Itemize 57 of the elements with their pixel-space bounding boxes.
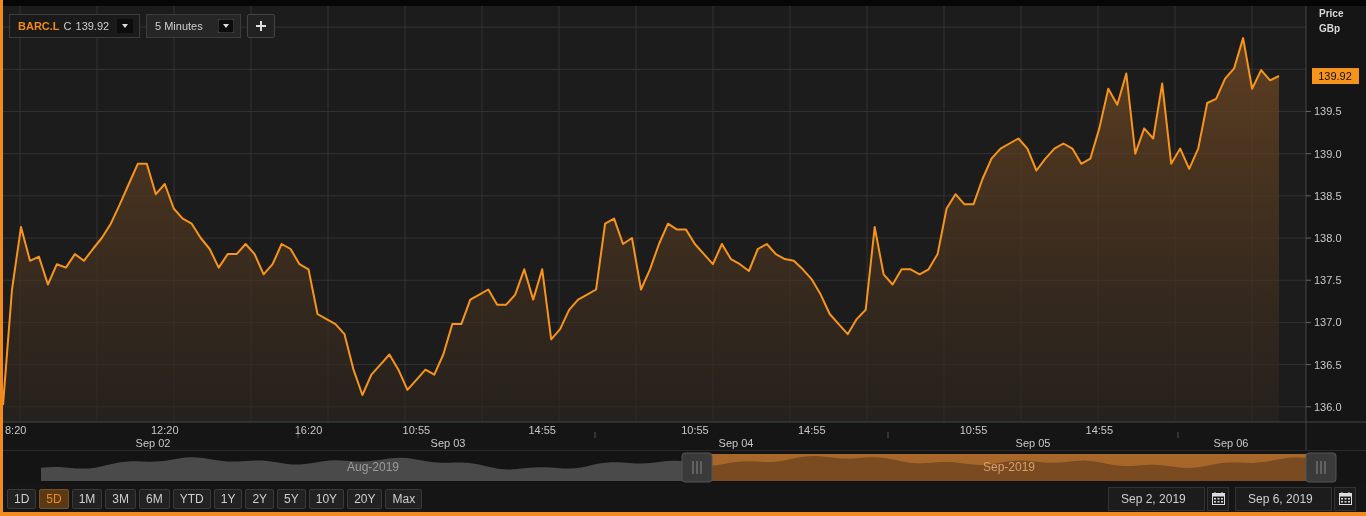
range-button[interactable]: 1M	[71, 488, 103, 509]
range-button[interactable]: 5Y	[277, 488, 306, 509]
range-button[interactable]: YTD	[172, 488, 211, 509]
calendar-icon	[1338, 492, 1352, 506]
plus-icon	[256, 20, 266, 31]
range-handle[interactable]	[1305, 452, 1337, 483]
start-date-field[interactable]: Sep 2, 2019	[1108, 486, 1205, 511]
x-tick-label: 8:20	[5, 423, 27, 436]
x-tick-label: 12:20	[151, 423, 179, 436]
range-button[interactable]: 10Y	[308, 488, 345, 509]
date-label: Sep 02	[135, 436, 171, 449]
symbol-dropdown[interactable]: BARC.L C 139.92	[9, 13, 140, 38]
x-tick-label: 14:55	[528, 423, 556, 436]
interval-text: 5 Minutes	[155, 19, 203, 32]
interval-dropdown[interactable]: 5 Minutes	[146, 13, 241, 38]
caret-icon	[218, 18, 234, 33]
range-button[interactable]: 2Y	[245, 488, 275, 509]
y-tick-label: 137.5	[1314, 274, 1342, 287]
symbol-text: BARC.L	[18, 19, 60, 32]
y-tick-label: 138.5	[1314, 189, 1342, 202]
y-tick-label: 137.0	[1314, 316, 1342, 329]
y-tick-label: 139.5	[1314, 105, 1342, 118]
date-label: Sep 05	[1015, 436, 1051, 449]
x-tick-label: 10:55	[959, 423, 988, 436]
date-label: Sep 03	[430, 436, 466, 449]
y-tick-label: 139.0	[1314, 147, 1342, 160]
range-handle[interactable]	[681, 452, 713, 483]
range-button[interactable]: 20Y	[347, 488, 383, 509]
y-tick-label: 136.0	[1314, 400, 1342, 413]
y-tick-label: 138.0	[1314, 231, 1342, 244]
x-tick-label: 14:55	[798, 423, 826, 436]
add-button[interactable]	[247, 13, 275, 38]
period-label: Aug-2019	[347, 459, 399, 474]
date-label: Sep 04	[718, 436, 754, 449]
x-tick-label: 10:55	[402, 423, 431, 436]
range-button[interactable]: 1Y	[213, 488, 243, 509]
x-tick-label: 14:55	[1085, 423, 1114, 436]
selected-range[interactable]	[712, 453, 1306, 481]
calendar-button[interactable]	[1207, 486, 1229, 511]
period-label: Sep-2019	[983, 459, 1035, 474]
date-label: Sep 06	[1213, 436, 1249, 449]
axis-unit: GBp	[1319, 22, 1341, 34]
x-tick-label: 16:20	[294, 423, 323, 436]
close-value: 139.92	[75, 19, 110, 32]
y-tick-label: 136.5	[1314, 358, 1342, 371]
axis-title: Price	[1319, 7, 1344, 19]
range-button[interactable]: 5D	[39, 488, 69, 509]
x-tick-label: 10:55	[681, 423, 709, 436]
calendar-icon	[1211, 492, 1225, 506]
close-prefix: C	[63, 19, 72, 32]
range-button[interactable]: 1D	[7, 488, 37, 509]
range-button[interactable]: 6M	[139, 488, 170, 509]
range-button[interactable]: Max	[385, 488, 423, 509]
end-date-field[interactable]: Sep 6, 2019	[1235, 486, 1332, 511]
caret-icon	[117, 18, 133, 33]
calendar-button[interactable]	[1334, 486, 1356, 511]
range-button[interactable]: 3M	[105, 488, 137, 509]
